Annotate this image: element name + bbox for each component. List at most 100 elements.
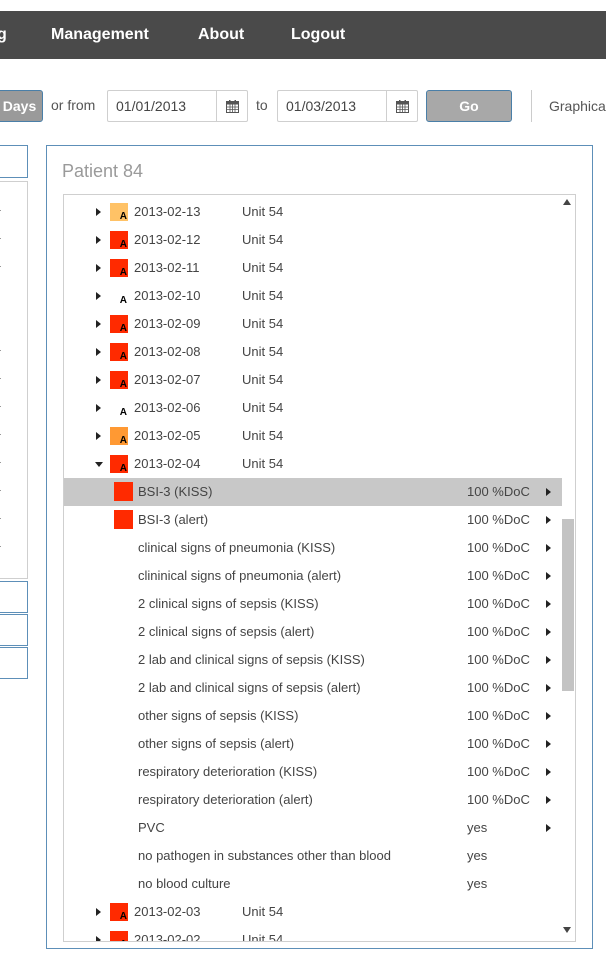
left-panel-list bbox=[0, 181, 28, 579]
detail-row[interactable]: 2 lab and clinical signs of sepsis (KISS… bbox=[64, 646, 562, 674]
chevron-right-icon[interactable] bbox=[546, 656, 551, 664]
day-row[interactable]: A 2013-02-07 Unit 54 bbox=[64, 366, 562, 394]
status-badge-icon: A bbox=[110, 231, 128, 250]
chevron-right-icon[interactable] bbox=[546, 768, 551, 776]
or-from-label: or from bbox=[51, 97, 96, 113]
day-row[interactable]: A 2013-02-02 Unit 54 bbox=[64, 926, 562, 941]
chevron-right-icon[interactable] bbox=[546, 684, 551, 692]
day-row[interactable]: A 2013-02-04 Unit 54 bbox=[64, 450, 562, 478]
to-date-field[interactable]: 01/03/2013 bbox=[277, 90, 418, 122]
chevron-right-icon[interactable] bbox=[546, 488, 551, 496]
expand-arrow-icon[interactable] bbox=[96, 292, 101, 300]
detail-row[interactable]: PVC yes bbox=[64, 814, 562, 842]
detail-value: 100 %DoC bbox=[467, 792, 530, 807]
scrollbar-thumb[interactable] bbox=[562, 519, 574, 691]
day-row[interactable]: A 2013-02-08 Unit 54 bbox=[64, 338, 562, 366]
detail-label: 2 clinical signs of sepsis (KISS) bbox=[138, 596, 319, 611]
days-button[interactable]: Days bbox=[0, 90, 43, 122]
scroll-up-arrow-icon[interactable] bbox=[563, 199, 571, 205]
expand-arrow-icon[interactable] bbox=[96, 208, 101, 216]
detail-row[interactable]: clininical signs of pneumonia (alert) 100… bbox=[64, 562, 562, 590]
day-unit: Unit 54 bbox=[242, 344, 284, 359]
expand-arrow-icon[interactable] bbox=[96, 376, 101, 384]
day-row[interactable]: A 2013-02-12 Unit 54 bbox=[64, 226, 562, 254]
detail-row[interactable]: other signs of sepsis (KISS) 100 %DoC bbox=[64, 702, 562, 730]
alert-square-icon bbox=[114, 482, 133, 501]
detail-value: 100 %DoC bbox=[467, 624, 530, 639]
detail-row[interactable]: respiratory deterioration (KISS) 100 %DoC bbox=[64, 758, 562, 786]
detail-row[interactable]: BSI-3 (alert) 100 %DoC bbox=[64, 506, 562, 534]
expand-arrow-icon[interactable] bbox=[96, 320, 101, 328]
detail-label: 2 clinical signs of sepsis (alert) bbox=[138, 624, 315, 639]
day-date: 2013-02-12 bbox=[134, 232, 201, 247]
detail-label: no pathogen in substances other than blo… bbox=[138, 848, 391, 863]
left-panel-section-3[interactable] bbox=[0, 647, 28, 679]
day-date: 2013-02-08 bbox=[134, 344, 201, 359]
day-row[interactable]: A 2013-02-05 Unit 54 bbox=[64, 422, 562, 450]
chevron-right-icon[interactable] bbox=[546, 824, 551, 832]
patient-title: Patient 84 bbox=[62, 161, 144, 181]
detail-row[interactable]: no pathogen in substances other than blo… bbox=[64, 842, 562, 870]
from-date-value: 01/01/2013 bbox=[116, 98, 187, 114]
detail-value: 100 %DoC bbox=[467, 764, 530, 779]
day-unit: Unit 54 bbox=[242, 288, 284, 303]
chevron-right-icon[interactable] bbox=[546, 600, 551, 608]
detail-row[interactable]: respiratory deterioration (alert) 100 %Do… bbox=[64, 786, 562, 814]
detail-row[interactable]: other signs of sepsis (alert) 100 %DoC bbox=[64, 730, 562, 758]
from-date-field[interactable]: 01/01/2013 bbox=[107, 90, 248, 122]
collapse-arrow-icon[interactable] bbox=[95, 462, 103, 467]
chevron-right-icon[interactable] bbox=[546, 712, 551, 720]
expand-arrow-icon[interactable] bbox=[96, 908, 101, 916]
scrollbar[interactable] bbox=[561, 195, 575, 941]
detail-row[interactable]: 2 lab and clinical signs of sepsis (aler… bbox=[64, 674, 562, 702]
detail-value: yes bbox=[467, 848, 488, 863]
chevron-right-icon[interactable] bbox=[546, 796, 551, 804]
chevron-right-icon[interactable] bbox=[546, 516, 551, 524]
chevron-right-icon[interactable] bbox=[546, 544, 551, 552]
badge-letter: A bbox=[119, 267, 127, 278]
expand-arrow-icon[interactable] bbox=[96, 236, 101, 244]
nav-item-management[interactable]: Management bbox=[51, 11, 149, 59]
day-row[interactable]: A 2013-02-09 Unit 54 bbox=[64, 310, 562, 338]
day-date: 2013-02-03 bbox=[134, 904, 201, 919]
go-button[interactable]: Go bbox=[426, 90, 512, 122]
left-panel-section-2[interactable] bbox=[0, 614, 28, 646]
day-row[interactable]: A 2013-02-13 Unit 54 bbox=[64, 198, 562, 226]
day-row[interactable]: A 2013-02-03 Unit 54 bbox=[64, 898, 562, 926]
chevron-right-icon[interactable] bbox=[546, 740, 551, 748]
expand-arrow-icon[interactable] bbox=[96, 432, 101, 440]
detail-row[interactable]: BSI-3 (KISS) 100 %DoC bbox=[64, 478, 562, 506]
graphical-view-link[interactable]: Graphica bbox=[549, 98, 606, 114]
left-panel-header[interactable] bbox=[0, 145, 28, 178]
day-row[interactable]: A 2013-02-11 Unit 54 bbox=[64, 254, 562, 282]
detail-label: respiratory deterioration (KISS) bbox=[138, 764, 318, 779]
detail-row[interactable]: 2 clinical signs of sepsis (KISS) 100 %Do… bbox=[64, 590, 562, 618]
chevron-right-icon[interactable] bbox=[546, 628, 551, 636]
nav-item-truncated[interactable]: g bbox=[0, 11, 7, 59]
calendar-icon[interactable] bbox=[386, 91, 417, 121]
chevron-right-icon[interactable] bbox=[546, 572, 551, 580]
expand-arrow-icon[interactable] bbox=[96, 936, 101, 941]
detail-value: 100 %DoC bbox=[467, 512, 530, 527]
day-unit: Unit 54 bbox=[242, 372, 284, 387]
status-badge-icon: A bbox=[110, 903, 128, 922]
expand-arrow-icon[interactable] bbox=[96, 404, 101, 412]
expand-arrow-icon[interactable] bbox=[96, 264, 101, 272]
day-unit: Unit 54 bbox=[242, 456, 284, 471]
expand-arrow-icon[interactable] bbox=[96, 348, 101, 356]
left-panel-section-1[interactable] bbox=[0, 581, 28, 613]
detail-row[interactable]: clinical signs of pneumonia (KISS) 100 %D… bbox=[64, 534, 562, 562]
patient-tree[interactable]: A 2013-02-13 Unit 54 A 2013-02-12 Unit 54 A 201… bbox=[63, 194, 576, 942]
nav-item-logout[interactable]: Logout bbox=[291, 11, 345, 59]
detail-label: PVC bbox=[138, 820, 165, 835]
day-row[interactable]: A 2013-02-10 Unit 54 bbox=[64, 282, 562, 310]
divider bbox=[0, 350, 1, 351]
detail-label: clininical signs of pneumonia (alert) bbox=[138, 568, 342, 583]
calendar-icon[interactable] bbox=[216, 91, 247, 121]
day-row[interactable]: A 2013-02-06 Unit 54 bbox=[64, 394, 562, 422]
nav-item-about[interactable]: About bbox=[198, 11, 244, 59]
day-date: 2013-02-04 bbox=[134, 456, 201, 471]
scroll-down-arrow-icon[interactable] bbox=[563, 927, 571, 933]
detail-row[interactable]: 2 clinical signs of sepsis (alert) 100 %D… bbox=[64, 618, 562, 646]
detail-row[interactable]: no blood culture yes bbox=[64, 870, 562, 898]
